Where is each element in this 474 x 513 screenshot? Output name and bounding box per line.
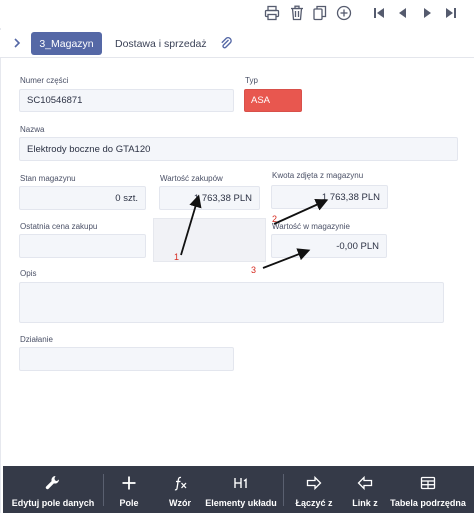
dzialanie-label: Działanie	[20, 335, 53, 344]
wartosc-w-magazynie-label: Wartość w magazynie	[272, 222, 350, 231]
record-toolbar	[0, 0, 474, 28]
printer-icon[interactable]	[263, 4, 281, 22]
previous-icon[interactable]	[394, 4, 412, 22]
link-from-button[interactable]: Link z	[346, 466, 384, 513]
toolbar-separator	[103, 474, 104, 506]
table-icon	[420, 472, 436, 494]
numer-czesci-label: Numer części	[20, 76, 69, 85]
subtable-label: Tabela podrzędna	[390, 498, 466, 508]
field-label: Pole	[119, 498, 139, 508]
stan-magazynu-field[interactable]: 0 szt.	[19, 186, 146, 210]
subtable-button[interactable]: Tabela podrzędna	[388, 466, 468, 513]
link-to-button[interactable]: Łączyć z	[292, 466, 336, 513]
typ-label: Typ	[245, 76, 258, 85]
link-to-label: Łączyć z	[295, 498, 333, 508]
opis-label: Opis	[20, 269, 37, 278]
edit-data-field-button[interactable]: Edytuj pole danych	[7, 466, 99, 513]
ostatnia-cena-field[interactable]	[19, 234, 146, 258]
layout-elements-button[interactable]: Elementy układu	[205, 466, 277, 513]
trash-icon[interactable]	[288, 4, 306, 22]
typ-field[interactable]: ASA	[244, 89, 302, 112]
edit-data-field-label: Edytuj pole danych	[11, 498, 95, 508]
kwota-zdjeta-label: Kwota zdjęta z magazynu	[272, 171, 364, 180]
plus-icon	[121, 472, 137, 494]
dzialanie-field[interactable]	[19, 347, 234, 371]
field-button[interactable]: Pole	[109, 466, 149, 513]
link-from-label: Link z	[352, 498, 378, 508]
tab-dostawa-i-sprzedaz[interactable]: Dostawa i sprzedaż	[115, 38, 207, 50]
nazwa-label: Nazwa	[20, 125, 45, 134]
arrow-left-icon	[357, 472, 373, 494]
add-circle-icon[interactable]	[335, 4, 353, 22]
function-icon	[172, 472, 188, 494]
nazwa-field[interactable]: Elektrody boczne do GTA120	[19, 137, 458, 161]
chevron-right-icon[interactable]	[10, 36, 24, 50]
annotation-number-1: 1	[174, 252, 180, 262]
heading-icon	[233, 472, 249, 494]
formula-label: Wzór	[169, 498, 191, 508]
bottom-action-bar: Edytuj pole danych Pole Wzór Elementy uk…	[3, 466, 474, 513]
annotation-number-2: 2	[272, 214, 278, 224]
copy-icon[interactable]	[311, 4, 329, 22]
first-page-icon[interactable]	[370, 4, 388, 22]
next-icon[interactable]	[418, 4, 436, 22]
left-edge-divider	[0, 0, 1, 513]
arrow-right-icon	[306, 472, 322, 494]
layout-elements-label: Elementy układu	[205, 498, 277, 508]
last-page-icon[interactable]	[442, 4, 460, 22]
toolbar-separator	[283, 474, 284, 506]
wartosc-zakupow-label: Wartość zakupów	[160, 174, 223, 183]
wartosc-zakupow-field[interactable]: 1 763,38 PLN	[159, 186, 260, 210]
wrench-icon	[45, 472, 61, 494]
wartosc-w-magazynie-field[interactable]: -0,00 PLN	[271, 234, 387, 258]
annotation-number-3: 3	[251, 265, 257, 275]
empty-layout-placeholder	[153, 218, 266, 262]
opis-field[interactable]	[19, 282, 444, 323]
formula-button[interactable]: Wzór	[160, 466, 200, 513]
numer-czesci-field[interactable]: SC10546871	[19, 89, 234, 112]
stan-magazynu-label: Stan magazynu	[20, 174, 76, 183]
paperclip-icon[interactable]	[219, 36, 233, 50]
kwota-zdjeta-field[interactable]: 1 763,38 PLN	[271, 185, 388, 209]
tab-3-magazyn[interactable]: 3_Magazyn	[31, 32, 102, 55]
tab-bar: 3_Magazyn Dostawa i sprzedaż	[0, 30, 474, 58]
ostatnia-cena-label: Ostatnia cena zakupu	[20, 222, 98, 231]
